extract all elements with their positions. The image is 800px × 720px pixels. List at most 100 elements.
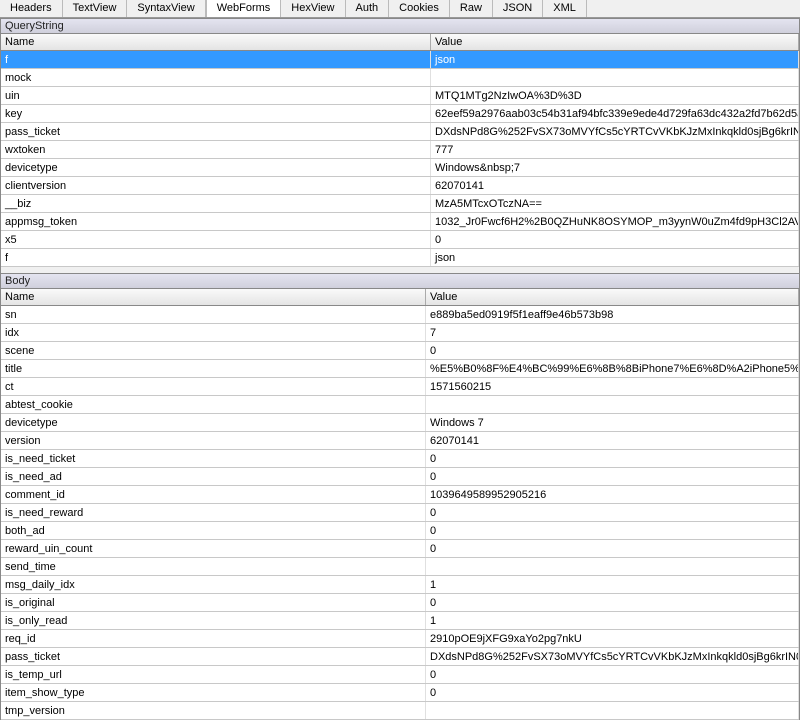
cell-name: is_temp_url [1, 666, 426, 683]
tab-cookies[interactable]: Cookies [389, 0, 450, 17]
cell-value: 0 [426, 468, 799, 485]
cell-value [426, 558, 799, 575]
table-row[interactable]: devicetypeWindows 7 [1, 414, 799, 432]
cell-name: pass_ticket [1, 648, 426, 665]
cell-value: 0 [431, 231, 799, 248]
cell-name: is_only_read [1, 612, 426, 629]
cell-value: 0 [426, 450, 799, 467]
tab-headers[interactable]: Headers [0, 0, 63, 17]
cell-value [426, 702, 799, 719]
cell-value: 777 [431, 141, 799, 158]
cell-name: appmsg_token [1, 213, 431, 230]
cell-name: abtest_cookie [1, 396, 426, 413]
cell-name: both_ad [1, 522, 426, 539]
tab-webforms[interactable]: WebForms [206, 0, 282, 17]
table-row[interactable]: title%E5%B0%8F%E4%BC%99%E6%8B%8BiPhone7%… [1, 360, 799, 378]
body-section-header: Body [0, 273, 800, 289]
tab-auth[interactable]: Auth [346, 0, 390, 17]
cell-name: clientversion [1, 177, 431, 194]
tab-textview[interactable]: TextView [63, 0, 128, 17]
tab-json[interactable]: JSON [493, 0, 543, 17]
table-row[interactable]: is_need_ticket0 [1, 450, 799, 468]
cell-name: reward_uin_count [1, 540, 426, 557]
cell-value: json [431, 249, 799, 266]
querystring-grid-header: Name Value [1, 34, 799, 51]
cell-name: x5 [1, 231, 431, 248]
table-row[interactable]: uinMTQ1MTg2NzIwOA%3D%3D [1, 87, 799, 105]
table-row[interactable]: pass_ticketDXdsNPd8G%252FvSX73oMVYfCs5cY… [1, 648, 799, 666]
table-row[interactable]: is_only_read1 [1, 612, 799, 630]
tab-raw[interactable]: Raw [450, 0, 493, 17]
cell-value: Windows&nbsp;7 [431, 159, 799, 176]
table-row[interactable]: msg_daily_idx1 [1, 576, 799, 594]
cell-name: send_time [1, 558, 426, 575]
table-row[interactable]: req_id2910pOE9jXFG9xaYo2pg7nkU [1, 630, 799, 648]
table-row[interactable]: is_temp_url0 [1, 666, 799, 684]
cell-value: 0 [426, 666, 799, 683]
cell-value [431, 69, 799, 86]
table-row[interactable]: both_ad0 [1, 522, 799, 540]
table-row[interactable]: key62eef59a2976aab03c54b31af94bfc339e9ed… [1, 105, 799, 123]
table-row[interactable]: ct1571560215 [1, 378, 799, 396]
cell-value: Windows 7 [426, 414, 799, 431]
column-header-value[interactable]: Value [431, 34, 799, 50]
table-row[interactable]: send_time [1, 558, 799, 576]
table-row[interactable]: sne889ba5ed0919f5f1eaff9e46b573b98 [1, 306, 799, 324]
cell-value: 1 [426, 576, 799, 593]
table-row[interactable]: pass_ticketDXdsNPd8G%252FvSX73oMVYfCs5cY… [1, 123, 799, 141]
table-row[interactable]: x50 [1, 231, 799, 249]
tab-xml[interactable]: XML [543, 0, 587, 17]
cell-name: f [1, 249, 431, 266]
cell-value: 0 [426, 594, 799, 611]
table-row[interactable]: is_original0 [1, 594, 799, 612]
table-row[interactable]: abtest_cookie [1, 396, 799, 414]
column-header-name[interactable]: Name [1, 289, 426, 305]
table-row[interactable]: __bizMzA5MTcxOTczNA== [1, 195, 799, 213]
table-row[interactable]: idx7 [1, 324, 799, 342]
cell-value: DXdsNPd8G%252FvSX73oMVYfCs5cYRTCvVKbKJzM… [431, 123, 799, 140]
cell-name: pass_ticket [1, 123, 431, 140]
table-row[interactable]: fjson [1, 51, 799, 69]
table-row[interactable]: tmp_version [1, 702, 799, 720]
table-row[interactable]: devicetypeWindows&nbsp;7 [1, 159, 799, 177]
cell-name: key [1, 105, 431, 122]
cell-name: devicetype [1, 159, 431, 176]
table-row[interactable]: is_need_reward0 [1, 504, 799, 522]
cell-name: tmp_version [1, 702, 426, 719]
table-row[interactable]: mock [1, 69, 799, 87]
cell-value: 0 [426, 504, 799, 521]
tab-syntaxview[interactable]: SyntaxView [127, 0, 205, 17]
cell-value: 0 [426, 540, 799, 557]
table-row[interactable]: appmsg_token1032_Jr0Fwcf6H2%2B0QZHuNK8OS… [1, 213, 799, 231]
table-row[interactable]: clientversion62070141 [1, 177, 799, 195]
cell-name: f [1, 51, 431, 68]
cell-name: __biz [1, 195, 431, 212]
table-row[interactable]: fjson [1, 249, 799, 267]
cell-value: 1039649589952905216 [426, 486, 799, 503]
cell-name: scene [1, 342, 426, 359]
cell-name: mock [1, 69, 431, 86]
cell-name: comment_id [1, 486, 426, 503]
cell-name: idx [1, 324, 426, 341]
table-row[interactable]: comment_id1039649589952905216 [1, 486, 799, 504]
column-header-name[interactable]: Name [1, 34, 431, 50]
cell-value [426, 396, 799, 413]
cell-value: DXdsNPd8G%252FvSX73oMVYfCs5cYRTCvVKbKJzM… [426, 648, 799, 665]
table-row[interactable]: is_need_ad0 [1, 468, 799, 486]
cell-name: is_need_reward [1, 504, 426, 521]
table-row[interactable]: reward_uin_count0 [1, 540, 799, 558]
table-row[interactable]: scene0 [1, 342, 799, 360]
cell-name: devicetype [1, 414, 426, 431]
cell-name: wxtoken [1, 141, 431, 158]
cell-value: 2910pOE9jXFG9xaYo2pg7nkU [426, 630, 799, 647]
cell-value: e889ba5ed0919f5f1eaff9e46b573b98 [426, 306, 799, 323]
cell-name: item_show_type [1, 684, 426, 701]
querystring-section-header: QueryString [0, 18, 800, 34]
tab-hexview[interactable]: HexView [281, 0, 345, 17]
table-row[interactable]: version62070141 [1, 432, 799, 450]
table-row[interactable]: wxtoken777 [1, 141, 799, 159]
cell-value: 0 [426, 342, 799, 359]
table-row[interactable]: item_show_type0 [1, 684, 799, 702]
column-header-value[interactable]: Value [426, 289, 799, 305]
cell-value: 62070141 [426, 432, 799, 449]
